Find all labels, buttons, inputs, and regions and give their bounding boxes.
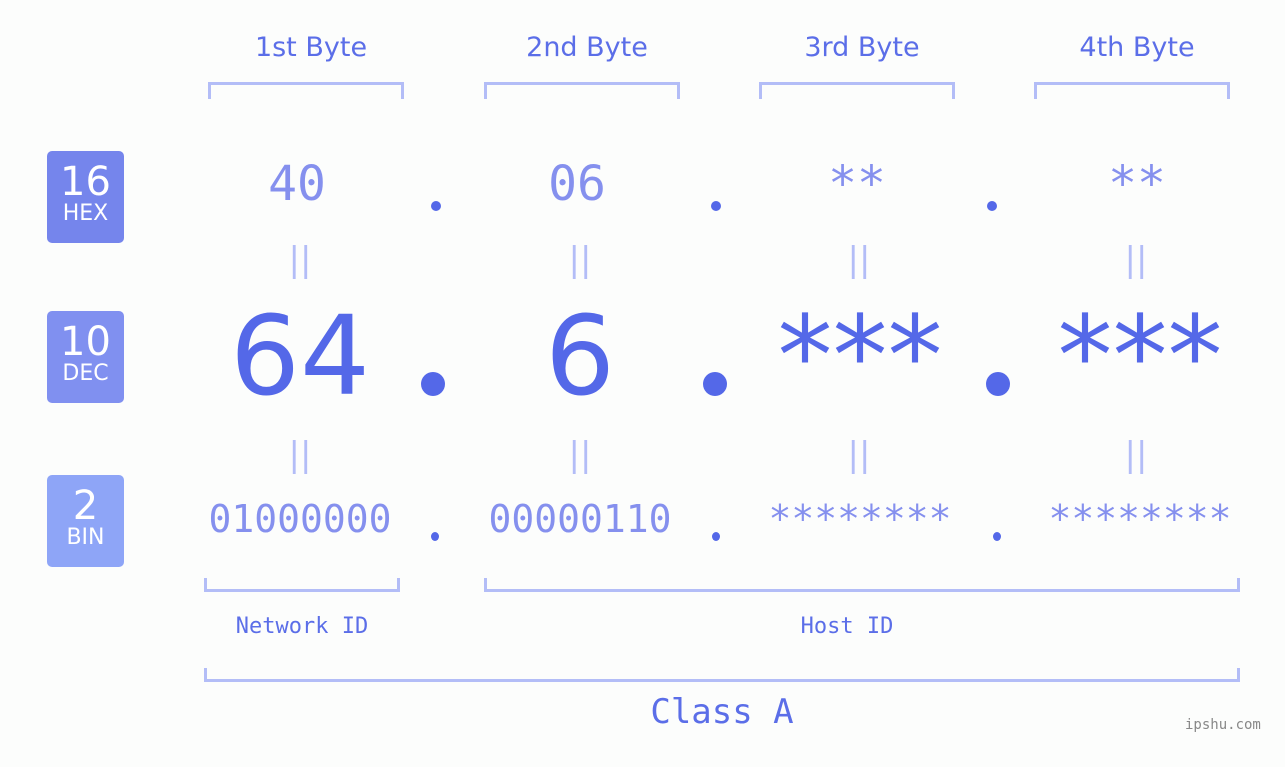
dec-byte-4: *** <box>1057 292 1223 420</box>
host-id-bracket <box>484 578 1240 592</box>
equals-sign: || <box>288 240 312 280</box>
hex-dot-separator <box>431 201 441 211</box>
bin-badge-base: 2 <box>72 483 99 529</box>
bin-dot-separator <box>431 532 439 541</box>
bin-dot-separator <box>712 532 720 541</box>
hex-badge-base: 16 <box>60 159 111 205</box>
bin-byte-4: ******** <box>1048 497 1232 541</box>
dec-dot-separator <box>703 372 727 396</box>
bin-badge-label: BIN <box>66 525 105 550</box>
network-id-bracket <box>204 578 400 592</box>
dec-byte-2: 6 <box>545 292 615 420</box>
equals-sign: || <box>568 435 592 475</box>
dec-badge-label: DEC <box>62 361 109 386</box>
byte-2-bracket <box>484 82 680 99</box>
dec-badge: 10 DEC <box>47 311 124 403</box>
hex-byte-1: 40 <box>268 156 326 212</box>
header-byte-3: 3rd Byte <box>804 32 920 63</box>
hex-badge-label: HEX <box>62 201 109 226</box>
hex-byte-4: ** <box>1108 156 1166 212</box>
bin-badge: 2 BIN <box>47 475 124 567</box>
hex-byte-3: ** <box>828 156 886 212</box>
bin-byte-1: 01000000 <box>208 497 392 541</box>
dec-byte-3: *** <box>777 292 943 420</box>
class-bracket <box>204 668 1240 682</box>
hex-badge: 16 HEX <box>47 151 124 243</box>
network-id-label: Network ID <box>235 614 369 639</box>
hex-byte-2: 06 <box>548 156 606 212</box>
header-byte-4: 4th Byte <box>1079 32 1195 63</box>
dec-badge-base: 10 <box>60 319 111 365</box>
watermark: ipshu.com <box>1185 717 1261 733</box>
bin-byte-3: ******** <box>768 497 952 541</box>
dec-byte-1: 64 <box>230 292 370 420</box>
dec-dot-separator <box>421 372 445 396</box>
bin-byte-2: 00000110 <box>488 497 672 541</box>
equals-sign: || <box>568 240 592 280</box>
dec-dot-separator <box>986 372 1010 396</box>
byte-4-bracket <box>1034 82 1230 99</box>
equals-sign: || <box>1124 240 1148 280</box>
byte-3-bracket <box>759 82 955 99</box>
header-byte-2: 2nd Byte <box>526 32 648 63</box>
equals-sign: || <box>288 435 312 475</box>
byte-1-bracket <box>208 82 404 99</box>
equals-sign: || <box>847 435 871 475</box>
equals-sign: || <box>1124 435 1148 475</box>
host-id-label: Host ID <box>800 614 894 639</box>
bin-dot-separator <box>993 532 1001 541</box>
class-label: Class A <box>650 692 794 732</box>
hex-dot-separator <box>987 201 997 211</box>
equals-sign: || <box>847 240 871 280</box>
hex-dot-separator <box>711 201 721 211</box>
header-byte-1: 1st Byte <box>254 32 368 63</box>
